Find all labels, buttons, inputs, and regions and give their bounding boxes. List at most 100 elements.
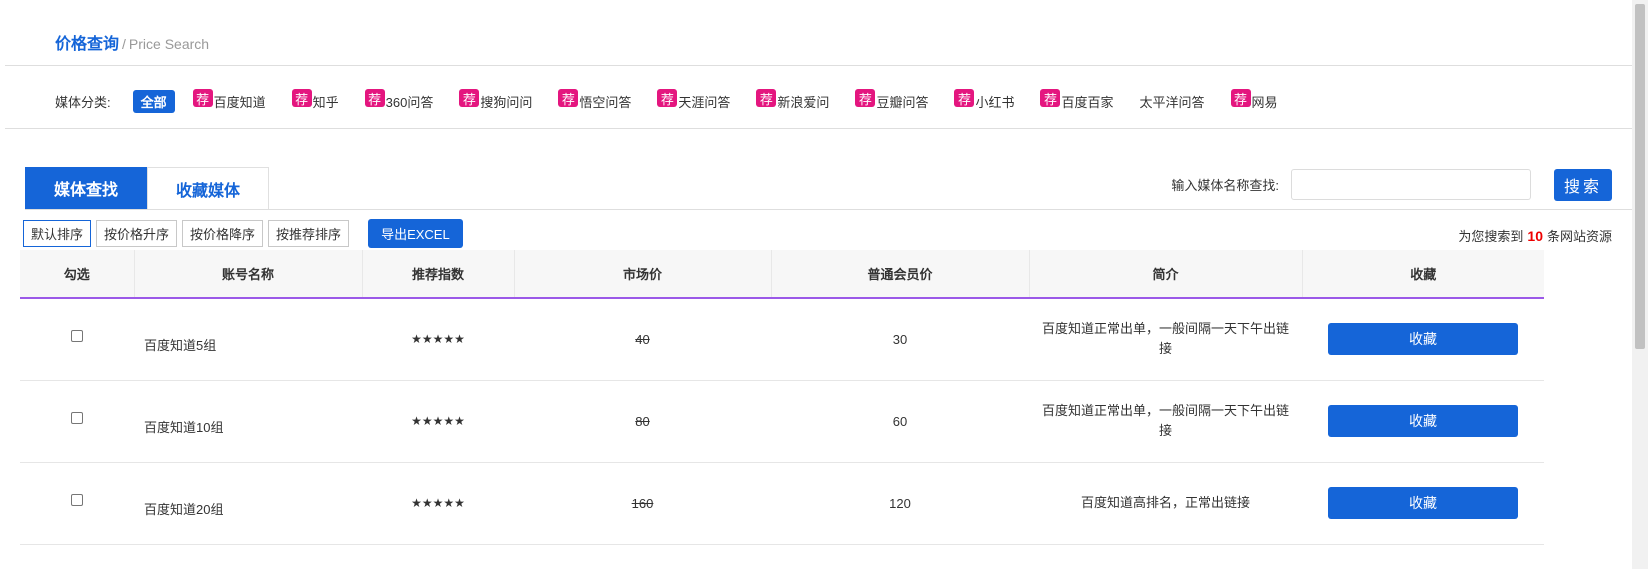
- market-price: 160: [631, 495, 654, 511]
- category-item[interactable]: 荐新浪爱问: [756, 89, 830, 111]
- category-item[interactable]: 太平洋问答: [1139, 92, 1204, 111]
- recommend-badge-icon: 荐: [756, 89, 777, 107]
- breadcrumb-subtitle: Price Search: [128, 36, 210, 52]
- tabs-divider: [25, 209, 1634, 210]
- divider: [5, 128, 1634, 129]
- recommend-badge-icon: 荐: [459, 89, 480, 107]
- tab-bar: 媒体查找 收藏媒体: [25, 167, 269, 209]
- category-item[interactable]: 荐知乎: [291, 89, 339, 111]
- category-label-text: 全部: [140, 94, 167, 110]
- breadcrumb-separator: /: [122, 36, 126, 52]
- result-number: 10: [1527, 228, 1543, 244]
- category-label-text: 悟空问答: [579, 94, 632, 110]
- account-name: 百度知道10组: [134, 380, 362, 463]
- category-label-text: 网易: [1251, 94, 1278, 110]
- vertical-scrollbar[interactable]: [1632, 0, 1648, 569]
- search-input[interactable]: [1291, 169, 1531, 200]
- member-price: 120: [771, 462, 1029, 545]
- category-item[interactable]: 荐百度百家: [1040, 89, 1114, 111]
- recommend-badge-icon: 荐: [1040, 89, 1061, 107]
- category-item[interactable]: 荐悟空问答: [558, 89, 632, 111]
- recommend-badge-icon: 荐: [291, 89, 312, 107]
- recommend-badge-icon: 荐: [954, 89, 975, 107]
- result-prefix: 为您搜索到: [1458, 229, 1524, 244]
- recommend-badge-icon: 荐: [192, 89, 213, 107]
- category-label-text: 豆瓣问答: [876, 94, 929, 110]
- media-category-filter: 媒体分类: 全部荐百度知道荐知乎荐 360问答荐搜狗问问荐悟空问答荐天涯问答荐新浪…: [55, 88, 1304, 114]
- search-area: 输入媒体名称查找:: [1171, 169, 1531, 200]
- favorite-cell: 收藏: [1302, 298, 1544, 381]
- header-market-price: 市场价: [514, 250, 772, 299]
- result-count: 为您搜索到 10 条网站资源: [1458, 226, 1612, 245]
- header-member-price: 普通会员价: [771, 250, 1030, 299]
- category-label-text: 太平洋问答: [1139, 94, 1205, 110]
- market-price: 40: [635, 331, 650, 347]
- divider: [5, 65, 1634, 66]
- recommend-stars: ★★★★★: [362, 380, 514, 463]
- category-item[interactable]: 荐 360问答: [364, 89, 434, 111]
- sort-price-desc-button[interactable]: 按价格降序: [182, 220, 264, 247]
- table-row: 百度知道20组 ★★★★★ 160 120 百度知道高排名，正常出链接 收藏: [20, 462, 1544, 545]
- media-table: 勾选 账号名称 推荐指数 市场价 普通会员价 简介 收藏 百度知道5组 ★★★★★…: [20, 250, 1544, 545]
- search-label: 输入媒体名称查找:: [1171, 178, 1279, 193]
- category-item[interactable]: 全部: [132, 89, 175, 113]
- row-checkbox[interactable]: [71, 411, 83, 424]
- category-label-text: 百度百家: [1061, 94, 1114, 110]
- breadcrumb-title[interactable]: 价格查询: [55, 30, 119, 54]
- favorite-button[interactable]: 收藏: [1328, 487, 1518, 519]
- intro-text: 百度知道正常出单，一般间隔一天下午出链接: [1029, 298, 1302, 381]
- category-item[interactable]: 荐百度知道: [192, 89, 266, 111]
- table-row: 百度知道10组 ★★★★★ 80 60 百度知道正常出单，一般间隔一天下午出链接 收藏: [20, 380, 1544, 463]
- select-cell: [20, 380, 134, 463]
- account-name: 百度知道20组: [134, 462, 362, 545]
- market-price-cell: 160: [514, 462, 771, 545]
- row-checkbox[interactable]: [71, 493, 83, 506]
- category-item[interactable]: 荐天涯问答: [657, 89, 731, 111]
- select-cell: [20, 298, 134, 381]
- member-price: 60: [771, 380, 1029, 463]
- header-intro: 简介: [1029, 250, 1303, 299]
- member-price: 30: [771, 298, 1029, 381]
- category-item[interactable]: 荐豆瓣问答: [855, 89, 929, 111]
- favorite-cell: 收藏: [1302, 380, 1544, 463]
- recommend-badge-icon: 荐: [364, 89, 385, 107]
- tab-media-search[interactable]: 媒体查找: [25, 167, 147, 209]
- market-price: 80: [635, 413, 650, 429]
- category-item[interactable]: 荐小红书: [954, 89, 1015, 111]
- favorite-cell: 收藏: [1302, 462, 1544, 545]
- recommend-stars: ★★★★★: [362, 462, 514, 545]
- header-favorite: 收藏: [1302, 250, 1544, 299]
- header-recommend-index: 推荐指数: [362, 250, 515, 299]
- export-excel-button[interactable]: 导出EXCEL: [368, 219, 463, 248]
- recommend-stars: ★★★★★: [362, 298, 514, 381]
- tab-favorite-media[interactable]: 收藏媒体: [147, 167, 269, 209]
- sort-recommend-button[interactable]: 按推荐排序: [268, 220, 350, 247]
- market-price-cell: 80: [514, 380, 771, 463]
- category-list: 全部荐百度知道荐知乎荐 360问答荐搜狗问问荐悟空问答荐天涯问答荐新浪爱问荐豆瓣问…: [132, 89, 1304, 113]
- category-label-text: 百度知道: [213, 94, 266, 110]
- recommend-badge-icon: 荐: [855, 89, 876, 107]
- sort-default-button[interactable]: 默认排序: [23, 220, 92, 247]
- favorite-button[interactable]: 收藏: [1328, 405, 1518, 437]
- category-label-text: 小红书: [975, 94, 1015, 110]
- scrollbar-thumb[interactable]: [1635, 4, 1645, 349]
- category-label-text: 新浪爱问: [777, 94, 830, 110]
- search-button[interactable]: 搜索: [1554, 169, 1612, 201]
- category-label-text: 天涯问答: [678, 94, 731, 110]
- category-item[interactable]: 荐网易: [1230, 89, 1278, 111]
- sort-price-asc-button[interactable]: 按价格升序: [96, 220, 178, 247]
- table-header-row: 勾选 账号名称 推荐指数 市场价 普通会员价 简介 收藏: [20, 250, 1544, 299]
- category-item[interactable]: 荐搜狗问问: [459, 89, 533, 111]
- category-label-text: 搜狗问问: [480, 94, 533, 110]
- result-suffix: 条网站资源: [1546, 229, 1612, 244]
- category-label-text: 360问答: [385, 94, 434, 110]
- row-checkbox[interactable]: [71, 329, 83, 342]
- select-cell: [20, 462, 134, 545]
- category-label: 媒体分类:: [55, 94, 111, 110]
- recommend-badge-icon: 荐: [1230, 89, 1251, 107]
- favorite-button[interactable]: 收藏: [1328, 323, 1518, 356]
- header-select: 勾选: [20, 250, 135, 299]
- recommend-badge-icon: 荐: [657, 89, 678, 107]
- sort-toolbar: 默认排序 按价格升序 按价格降序 按推荐排序 导出EXCEL: [23, 219, 463, 248]
- market-price-cell: 40: [514, 298, 771, 381]
